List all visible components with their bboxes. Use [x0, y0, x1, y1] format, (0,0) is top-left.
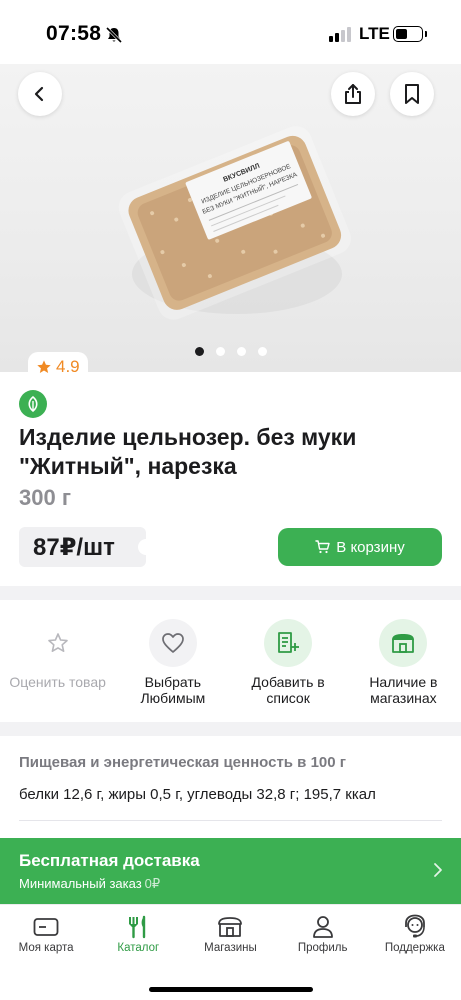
store-icon [379, 619, 428, 667]
product-image-gallery[interactable]: ВКУСВИЛЛ ИЗДЕЛИЕ ЦЕЛЬНОЗЕРНОВОЕ БЕЗ МУКИ… [0, 64, 461, 372]
back-button[interactable] [18, 72, 62, 116]
support-icon [402, 914, 428, 940]
price-tag: 87₽/шт [19, 527, 154, 567]
tab-profile[interactable]: Профиль [277, 905, 369, 961]
battery-icon [393, 26, 423, 42]
product-weight: 300 г [19, 485, 71, 510]
chevron-right-icon [434, 863, 442, 877]
cart-icon [315, 540, 330, 554]
nutrition-value: белки 12,6 г, жиры 0,5 г, углеводы 32,8 … [19, 786, 376, 803]
store-availability-label: Наличие в магазинах [369, 674, 438, 706]
section-separator [0, 722, 461, 736]
tab-support[interactable]: Поддержка [369, 905, 461, 961]
chevron-left-icon [34, 86, 44, 102]
min-order-value: 0₽ [144, 876, 161, 891]
add-to-list-label: Добавить в список [251, 674, 325, 706]
store-availability-action[interactable]: Наличие в магазинах [346, 614, 461, 722]
tab-stores[interactable]: Магазины [184, 905, 276, 961]
cutlery-icon [127, 914, 149, 940]
add-to-cart-button[interactable]: В корзину [278, 528, 442, 566]
tab-label: Магазины [204, 942, 257, 954]
signal-strength-icon [329, 27, 351, 42]
tab-label: Профиль [297, 942, 348, 954]
favorite-action[interactable]: Выбрать Любимым [115, 614, 230, 722]
min-order-label: Минимальный заказ [19, 876, 142, 891]
status-bar: 07:58 LTE [0, 0, 461, 64]
card-icon [33, 914, 59, 940]
network-type: LTE [359, 24, 390, 43]
share-icon [345, 84, 361, 104]
add-to-cart-label: В корзину [336, 538, 405, 556]
product-title: Изделие цельнозер. без муки "Житный", на… [19, 424, 357, 479]
home-indicator[interactable] [149, 987, 313, 992]
star-outline-icon [34, 619, 82, 667]
leaf-badge-icon [19, 390, 47, 418]
rating-badge: 4.9 [28, 352, 88, 382]
divider [19, 820, 442, 821]
nutrition-title: Пищевая и энергетическая ценность в 100 … [19, 754, 347, 771]
rate-product-action[interactable]: Оценить товар [0, 614, 115, 722]
bottom-tab-bar: Моя карта Каталог Магазины Профиль Подде… [0, 904, 461, 1000]
tab-my-card[interactable]: Моя карта [0, 905, 92, 961]
favorite-label: Выбрать Любимым [140, 674, 206, 706]
tab-catalog[interactable]: Каталог [92, 905, 184, 961]
delivery-min-order: Минимальный заказ 0₽ [19, 876, 160, 892]
rating-value: 4.9 [56, 357, 80, 376]
section-separator [0, 586, 461, 600]
list-add-icon [264, 619, 313, 667]
free-delivery-banner[interactable]: Бесплатная доставка Минимальный заказ 0₽ [0, 838, 461, 904]
bookmark-icon [405, 84, 419, 104]
pagination-dot[interactable] [215, 347, 225, 356]
pagination-dot[interactable] [236, 347, 246, 356]
battery-tip [425, 31, 427, 37]
profile-icon [312, 914, 334, 940]
bell-off-icon [104, 25, 124, 50]
heart-outline-icon [148, 619, 197, 667]
product-price: 87₽/шт [33, 533, 115, 561]
pagination-dot[interactable] [194, 347, 204, 356]
tab-label: Каталог [117, 942, 160, 954]
star-filled-icon [37, 360, 51, 373]
pagination-dot[interactable] [257, 347, 267, 356]
rate-product-label: Оценить товар [9, 674, 106, 690]
bread-package-image: ВКУСВИЛЛ ИЗДЕЛИЕ ЦЕЛЬНОЗЕРНОВОЕ БЕЗ МУКИ… [118, 126, 351, 320]
store-icon [217, 914, 243, 940]
bookmark-button[interactable] [390, 72, 434, 116]
share-button[interactable] [331, 72, 375, 116]
delivery-title: Бесплатная доставка [19, 851, 200, 870]
tab-label: Поддержка [384, 942, 445, 954]
add-to-list-action[interactable]: Добавить в список [231, 614, 346, 722]
tab-label: Моя карта [18, 942, 74, 954]
status-time: 07:58 [46, 22, 102, 45]
product-actions: Оценить товар Выбрать Любимым Добавить в… [0, 614, 461, 722]
